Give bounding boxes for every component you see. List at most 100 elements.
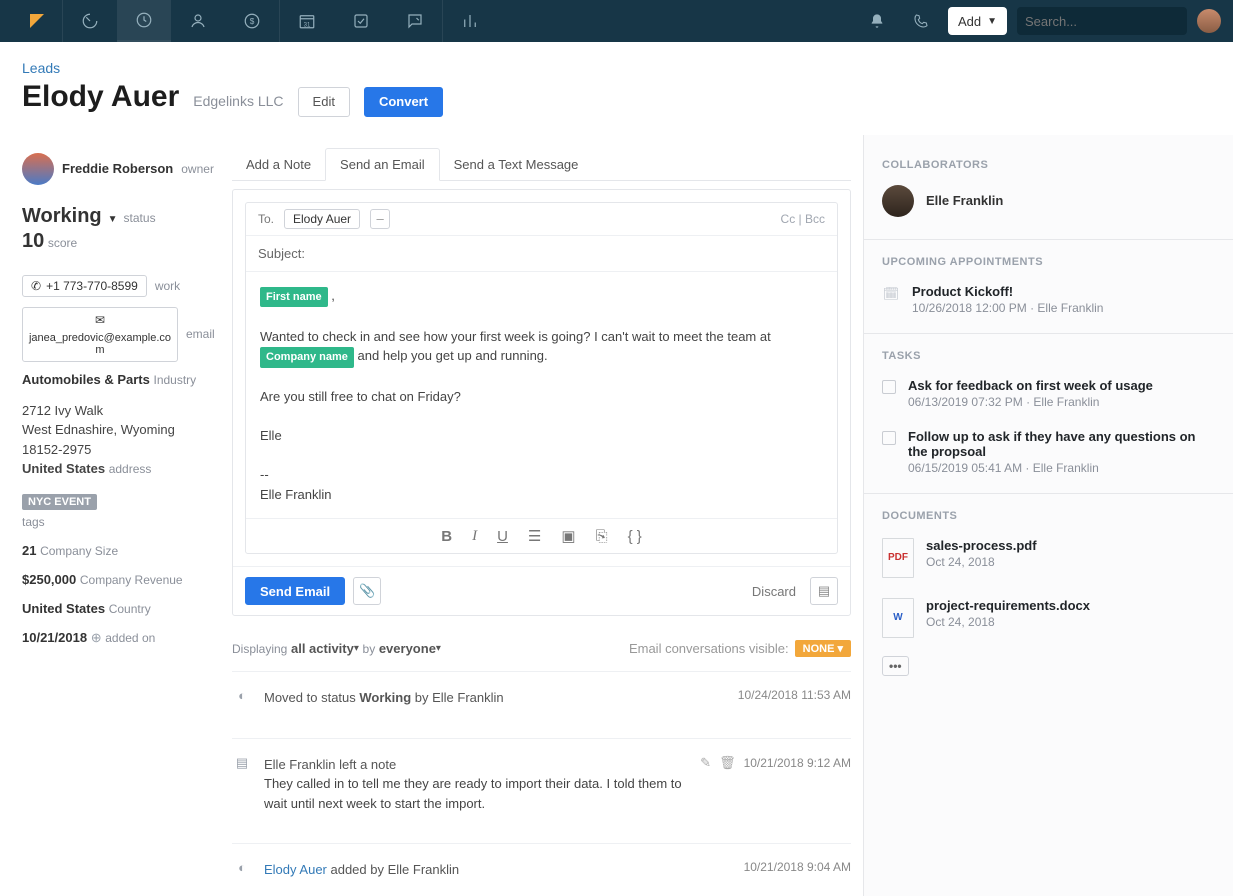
appointment-item[interactable]: 🗓 Product Kickoff! 10/26/2018 12:00 PM ·… bbox=[864, 278, 1233, 329]
link-icon[interactable]: ⎘ bbox=[596, 528, 608, 545]
svg-text:31: 31 bbox=[304, 22, 311, 28]
tags-label: tags bbox=[22, 515, 45, 529]
add-button[interactable]: Add ▼ bbox=[948, 7, 1007, 35]
nav-contacts-icon[interactable] bbox=[171, 0, 225, 42]
discard-button[interactable]: Discard bbox=[752, 584, 796, 599]
recipient-chip[interactable]: Elody Auer bbox=[284, 209, 360, 229]
feed-lead-link[interactable]: Elody Auer bbox=[264, 862, 327, 877]
task-item[interactable]: Ask for feedback on first week of usage … bbox=[864, 372, 1233, 423]
phone-icon[interactable] bbox=[904, 0, 938, 42]
merge-field-icon[interactable]: { } bbox=[628, 528, 642, 545]
added-on-value: 10/21/2018 bbox=[22, 630, 87, 645]
nav-calendar-icon[interactable]: 31 bbox=[280, 0, 334, 42]
nav-tasks-icon[interactable] bbox=[334, 0, 388, 42]
owner-name: Freddie Roberson bbox=[62, 161, 173, 176]
add-recipient-button[interactable]: – bbox=[370, 209, 390, 229]
composer-tabs: Add a Note Send an Email Send a Text Mes… bbox=[232, 145, 851, 181]
industry-value: Automobiles & Parts bbox=[22, 372, 150, 387]
merge-tag-company[interactable]: Company name bbox=[260, 347, 354, 368]
document-item[interactable]: W project-requirements.docx Oct 24, 2018 bbox=[864, 592, 1233, 652]
filter-activity-dropdown[interactable]: all activity bbox=[291, 641, 354, 656]
task-item[interactable]: Follow up to ask if they have any questi… bbox=[864, 423, 1233, 489]
email-value: janea_predovic@example.com bbox=[28, 332, 172, 356]
task-title: Follow up to ask if they have any questi… bbox=[908, 429, 1215, 459]
brand-logo-icon[interactable] bbox=[12, 0, 62, 42]
status-label: status bbox=[124, 211, 156, 225]
add-button-label: Add bbox=[958, 14, 981, 29]
status-change-icon: ◐ bbox=[232, 688, 252, 703]
visibility-label: Email conversations visible: bbox=[629, 641, 789, 656]
underline-icon[interactable]: U bbox=[497, 528, 508, 545]
owner-avatar[interactable] bbox=[22, 153, 54, 185]
email-chip[interactable]: ✉ janea_predovic@example.com bbox=[22, 307, 178, 362]
template-button[interactable]: ▤ bbox=[810, 577, 838, 605]
attach-button[interactable]: 📎 bbox=[353, 577, 381, 605]
collaborator-avatar bbox=[882, 185, 914, 217]
nav-deals-icon[interactable]: $ bbox=[225, 0, 279, 42]
word-icon: W bbox=[882, 598, 914, 638]
lead-name: Elody Auer bbox=[22, 80, 179, 114]
appointments-label: UPCOMING APPOINTMENTS bbox=[864, 244, 1233, 278]
feed-time: 10/21/2018 9:12 AM bbox=[744, 756, 851, 770]
mail-icon: ✉ bbox=[95, 313, 105, 327]
feed-item-note: ▤ Elle Franklin left a note They called … bbox=[232, 738, 851, 830]
search-input[interactable] bbox=[1025, 14, 1201, 29]
status-value[interactable]: Working bbox=[22, 205, 102, 228]
merge-tag-first-name[interactable]: First name bbox=[260, 287, 328, 308]
company-size-label: Company Size bbox=[40, 544, 118, 558]
score-label: score bbox=[48, 236, 77, 250]
address-line1: 2712 Ivy Walk bbox=[22, 401, 218, 421]
tab-send-email[interactable]: Send an Email bbox=[325, 148, 440, 181]
pdf-icon: PDF bbox=[882, 538, 914, 578]
edit-note-icon[interactable]: ✎ bbox=[700, 755, 711, 771]
chevron-down-icon: ▼ bbox=[987, 16, 997, 27]
tasks-label: TASKS bbox=[864, 338, 1233, 372]
nav-messages-icon[interactable] bbox=[388, 0, 442, 42]
feed-item-status: ◐ Moved to status Working by Elle Frankl… bbox=[232, 671, 851, 724]
tab-send-text[interactable]: Send a Text Message bbox=[440, 149, 593, 180]
nav-leads-icon[interactable] bbox=[117, 0, 171, 42]
owner-role-label: owner bbox=[181, 162, 214, 176]
status-dropdown-icon[interactable]: ▼ bbox=[108, 214, 118, 225]
nav-dashboard-icon[interactable] bbox=[63, 0, 117, 42]
email-body-editor[interactable]: First name , Wanted to check in and see … bbox=[246, 272, 837, 519]
convert-button[interactable]: Convert bbox=[364, 87, 443, 117]
more-documents-button[interactable]: ••• bbox=[882, 656, 909, 676]
country-value: United States bbox=[22, 601, 105, 616]
italic-icon[interactable]: I bbox=[472, 528, 477, 545]
tab-add-note[interactable]: Add a Note bbox=[232, 149, 325, 180]
email-type: email bbox=[186, 327, 215, 341]
phone-icon-small: ✆ bbox=[31, 279, 41, 293]
nav-reports-icon[interactable] bbox=[443, 0, 497, 42]
image-icon[interactable]: ▣ bbox=[561, 527, 575, 545]
note-icon: ▤ bbox=[232, 755, 252, 771]
calendar-icon: 🗓 bbox=[882, 286, 900, 302]
task-checkbox[interactable] bbox=[882, 380, 896, 394]
current-user-avatar[interactable] bbox=[1197, 9, 1221, 33]
phone-chip[interactable]: ✆ +1 773-770-8599 bbox=[22, 275, 147, 297]
list-icon[interactable]: ☰ bbox=[528, 527, 541, 545]
global-search[interactable] bbox=[1017, 7, 1187, 35]
edit-button[interactable]: Edit bbox=[298, 87, 350, 117]
body-sign: Elle Franklin bbox=[260, 487, 332, 502]
collaborator-row[interactable]: Elle Franklin bbox=[864, 181, 1233, 235]
bold-icon[interactable]: B bbox=[441, 528, 452, 545]
tag-chip[interactable]: NYC EVENT bbox=[22, 494, 97, 510]
delete-note-icon[interactable]: 🗑 bbox=[719, 755, 736, 771]
task-checkbox[interactable] bbox=[882, 431, 896, 445]
document-item[interactable]: PDF sales-process.pdf Oct 24, 2018 bbox=[864, 532, 1233, 592]
address-label: address bbox=[109, 462, 152, 476]
feed-note-body: They called in to tell me they are ready… bbox=[264, 774, 688, 813]
notifications-icon[interactable] bbox=[860, 0, 894, 42]
status-change-icon: ◐ bbox=[232, 860, 252, 875]
breadcrumb[interactable]: Leads bbox=[22, 60, 1233, 76]
send-email-button[interactable]: Send Email bbox=[245, 577, 345, 605]
filter-user-dropdown[interactable]: everyone bbox=[379, 641, 436, 656]
visibility-dropdown[interactable]: NONE ▾ bbox=[795, 640, 851, 657]
filter-by: by bbox=[363, 642, 376, 656]
subject-input[interactable] bbox=[309, 246, 485, 261]
activity-filter-bar: Displaying all activity ▾ by everyone ▾ … bbox=[232, 640, 851, 657]
cc-bcc-toggle[interactable]: Cc | Bcc bbox=[781, 212, 825, 226]
body-line: and help you get up and running. bbox=[358, 348, 548, 363]
collaborators-label: COLLABORATORS bbox=[864, 147, 1233, 181]
